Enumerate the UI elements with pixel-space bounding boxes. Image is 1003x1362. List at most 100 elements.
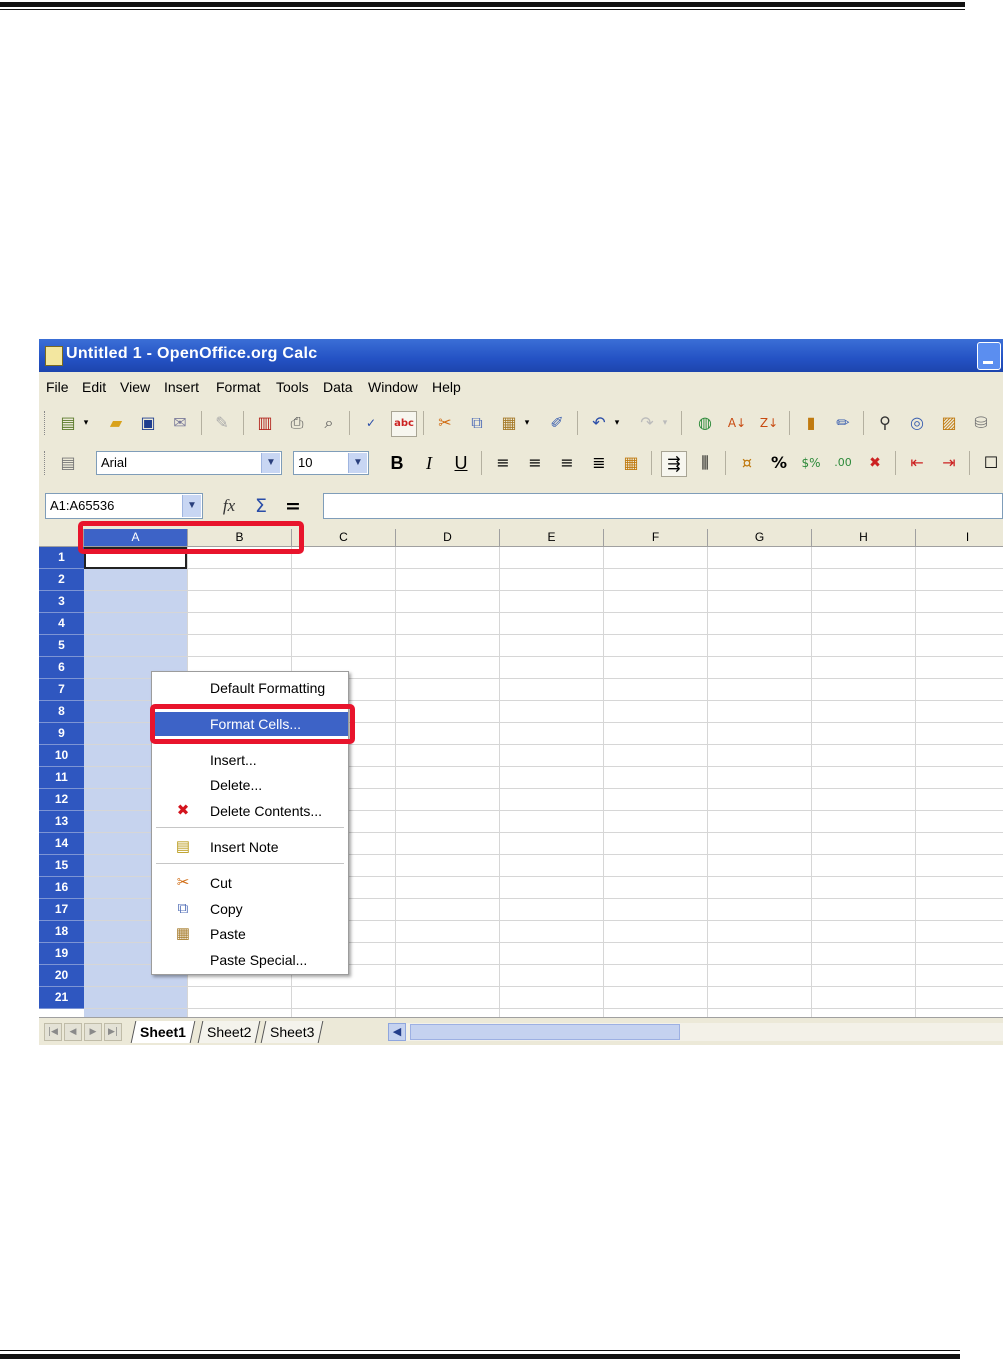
merge-cells-icon[interactable]: ▦ (619, 451, 643, 475)
column-header-g[interactable]: G (708, 529, 812, 547)
paste-icon[interactable]: ▦ (497, 411, 521, 435)
text-direction-ltr-icon[interactable]: ⇶ (661, 451, 687, 477)
save-icon[interactable]: ▣ (136, 411, 160, 435)
autospellcheck-icon[interactable]: abc (391, 411, 417, 437)
row-header-21[interactable]: 21 (39, 987, 84, 1009)
format-paintbrush-icon[interactable]: ✐ (545, 411, 569, 435)
menu-item-cut[interactable]: ✂ Cut (152, 871, 348, 895)
sheet-tab-sheet1[interactable]: Sheet1 (130, 1021, 196, 1043)
print-icon[interactable]: ⎙ (285, 411, 309, 435)
row-header-19[interactable]: 19 (39, 943, 84, 965)
redo-icon[interactable]: ↷ (635, 411, 659, 435)
insert-chart-icon[interactable]: ▮ (799, 411, 823, 435)
next-sheet-icon[interactable]: ▶ (84, 1023, 102, 1041)
menu-insert[interactable]: Insert (164, 379, 199, 395)
row-header-6[interactable]: 6 (39, 657, 84, 679)
menu-item-insert-note[interactable]: ▤ Insert Note (152, 835, 348, 859)
row-header-12[interactable]: 12 (39, 789, 84, 811)
horizontal-scrollbar[interactable]: ◀ (388, 1023, 1003, 1041)
sum-icon[interactable]: Σ (249, 494, 273, 518)
undo-dropdown-icon[interactable]: ▾ (611, 411, 623, 435)
previous-sheet-icon[interactable]: ◀ (64, 1023, 82, 1041)
row-header-5[interactable]: 5 (39, 635, 84, 657)
chevron-down-icon[interactable]: ▼ (348, 453, 367, 473)
row-header-9[interactable]: 9 (39, 723, 84, 745)
menu-item-delete-contents[interactable]: ✖ Delete Contents... (152, 799, 348, 823)
minimize-button[interactable] (977, 342, 1001, 370)
spellcheck-icon[interactable]: ✓ (359, 411, 383, 435)
column-header-h[interactable]: H (812, 529, 916, 547)
row-header-10[interactable]: 10 (39, 745, 84, 767)
row-header-20[interactable]: 20 (39, 965, 84, 987)
row-header-2[interactable]: 2 (39, 569, 84, 591)
toolbar-grip[interactable] (44, 451, 48, 475)
gallery-icon[interactable]: ▨ (937, 411, 961, 435)
increase-indent-icon[interactable]: ⇥ (937, 451, 961, 475)
percent-format-icon[interactable]: % (767, 451, 791, 475)
formula-input[interactable] (323, 493, 1003, 519)
scrollbar-thumb[interactable] (410, 1024, 680, 1040)
row-header-7[interactable]: 7 (39, 679, 84, 701)
sheet-tab-sheet3[interactable]: Sheet3 (260, 1021, 324, 1043)
data-sources-icon[interactable]: ⛁ (969, 411, 993, 435)
bold-button[interactable]: B (385, 451, 409, 475)
copy-icon[interactable]: ⧉ (465, 411, 489, 435)
menu-item-delete[interactable]: Delete... (152, 773, 348, 797)
column-header-d[interactable]: D (396, 529, 500, 547)
column-header-e[interactable]: E (500, 529, 604, 547)
name-box[interactable]: A1:A65536 ▼ (45, 493, 203, 519)
cut-icon[interactable]: ✂ (433, 411, 457, 435)
email-document-icon[interactable]: ✉ (168, 411, 192, 435)
function-wizard-icon[interactable]: fx (217, 494, 241, 518)
menu-item-paste-special[interactable]: Paste Special... (152, 948, 348, 972)
row-header-16[interactable]: 16 (39, 877, 84, 899)
row-header-17[interactable]: 17 (39, 899, 84, 921)
last-sheet-icon[interactable]: ▶| (104, 1023, 122, 1041)
menu-file[interactable]: File (46, 379, 69, 395)
menu-window[interactable]: Window (368, 379, 418, 395)
menu-item-default-formatting[interactable]: Default Formatting (152, 676, 348, 700)
align-left-icon[interactable]: ≡ (491, 451, 515, 475)
delete-decimal-place-icon[interactable]: ✖ (863, 451, 887, 475)
hyperlink-icon[interactable]: ◍ (693, 411, 717, 435)
decrease-indent-icon[interactable]: ⇤ (905, 451, 929, 475)
chevron-down-icon[interactable]: ▼ (261, 453, 280, 473)
open-folder-icon[interactable]: ▰ (104, 411, 128, 435)
menu-item-copy[interactable]: ⧉ Copy (152, 897, 348, 921)
scroll-left-icon[interactable]: ◀ (388, 1023, 406, 1041)
standard-number-format-icon[interactable]: $% (799, 451, 823, 475)
sheet-tab-sheet2[interactable]: Sheet2 (197, 1021, 261, 1043)
align-center-icon[interactable]: ≡ (523, 451, 547, 475)
menu-help[interactable]: Help (432, 379, 461, 395)
styles-formatting-icon[interactable]: ▤ (56, 451, 80, 475)
font-name-box[interactable]: Arial ▼ (96, 451, 282, 475)
column-header-f[interactable]: F (604, 529, 708, 547)
row-header-11[interactable]: 11 (39, 767, 84, 789)
new-dropdown-icon[interactable]: ▾ (80, 411, 92, 435)
menu-item-insert[interactable]: Insert... (152, 748, 348, 772)
find-replace-icon[interactable]: ⚲ (873, 411, 897, 435)
print-preview-icon[interactable]: ⌕ (317, 411, 341, 435)
menu-data[interactable]: Data (323, 379, 353, 395)
italic-button[interactable]: I (417, 451, 441, 475)
menu-edit[interactable]: Edit (82, 379, 106, 395)
function-equals-icon[interactable]: = (281, 494, 305, 518)
new-document-icon[interactable]: ▤ (56, 411, 80, 435)
row-header-3[interactable]: 3 (39, 591, 84, 613)
navigator-icon[interactable]: ◎ (905, 411, 929, 435)
sort-ascending-icon[interactable]: A↓ (725, 411, 749, 435)
row-header-14[interactable]: 14 (39, 833, 84, 855)
redo-dropdown-icon[interactable]: ▾ (659, 411, 671, 435)
toolbar-grip[interactable] (44, 411, 48, 435)
justify-icon[interactable]: ≣ (587, 451, 611, 475)
undo-icon[interactable]: ↶ (587, 411, 611, 435)
sort-descending-icon[interactable]: Z↓ (757, 411, 781, 435)
first-sheet-icon[interactable]: |◀ (44, 1023, 62, 1041)
add-decimal-place-icon[interactable]: .00 (831, 451, 855, 475)
font-size-box[interactable]: 10 ▼ (293, 451, 369, 475)
show-draw-functions-icon[interactable]: ✏ (831, 411, 855, 435)
row-header-8[interactable]: 8 (39, 701, 84, 723)
menu-view[interactable]: View (120, 379, 150, 395)
row-header-13[interactable]: 13 (39, 811, 84, 833)
row-header-18[interactable]: 18 (39, 921, 84, 943)
